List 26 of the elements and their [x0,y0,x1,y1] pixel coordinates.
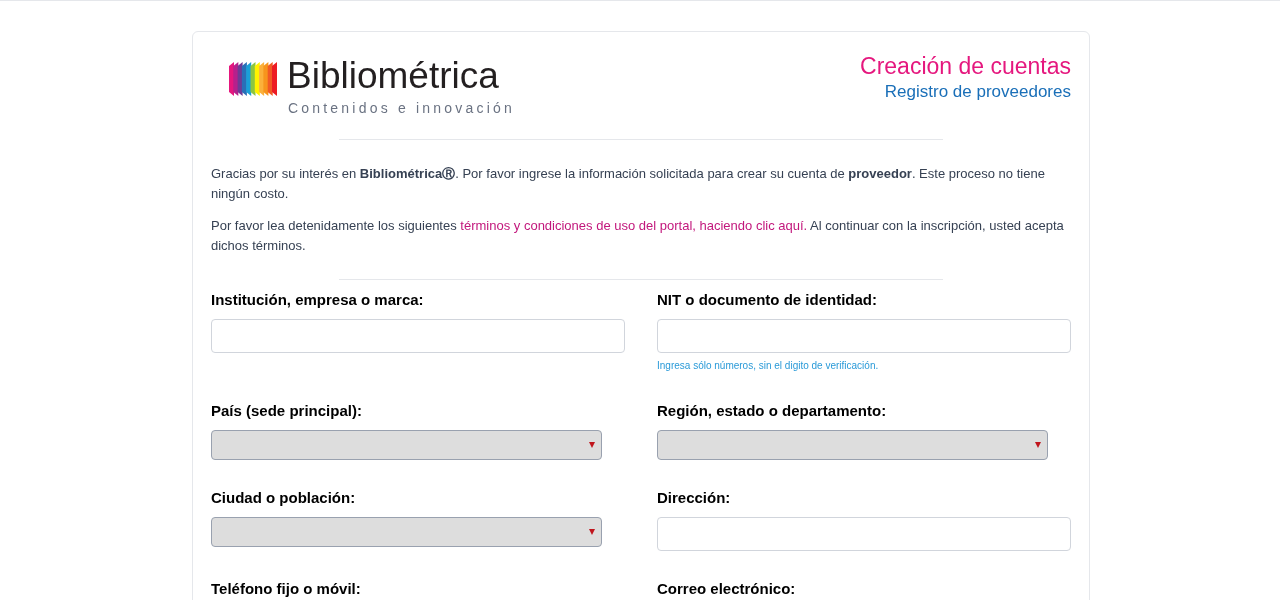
caret-icon [589,529,595,535]
caret-icon [589,442,595,448]
input-field[interactable] [211,319,625,353]
terms-link[interactable]: términos y condiciones de uso del portal, haciendo clic aquí. [460,218,808,233]
logo-tagline: Contenidos e innovación [288,99,515,118]
field-label: Región, estado o departamento: [657,401,888,421]
dropdown-field[interactable] [657,430,1048,460]
field-label: Teléfono fijo o móvil: [211,579,362,599]
logo-text: Bibliométrica [287,54,500,98]
page-subtitle: Registro de proveedores [884,81,1071,103]
field-label: Correo electrónico: [657,579,797,599]
input-field[interactable] [657,517,1071,551]
field-label: Institución, empresa o marca: [211,290,425,310]
field-label: NIT o documento de identidad: [657,290,878,310]
terms-paragraph: Por favor lea detenidamente los siguientes términos y condiciones de uso del portal, haciendo clic aquí. Al continuar con la inscripción, usted acepta dichos términos. [211,217,1065,255]
input-field[interactable] [657,319,1071,353]
dropdown-field[interactable] [211,517,602,547]
caret-icon [1035,442,1041,448]
intro-paragraph: Gracias por su interés en BibliométricaⓇ. Por favor ingrese la información solicitada para crear su cuenta de proveedor. Este proceso no tiene ningún costo. [211,165,1046,203]
field-label: Ciudad o población: [211,488,357,508]
page-title: Creación de cuentas [860,52,1071,80]
field-hint: Ingresa sólo números, sin el digito de verificación. [657,359,880,373]
dropdown-field[interactable] [211,430,602,460]
field-label: País (sede principal): [211,401,363,421]
field-label: Dirección: [657,488,732,508]
logo-icon [229,62,279,96]
